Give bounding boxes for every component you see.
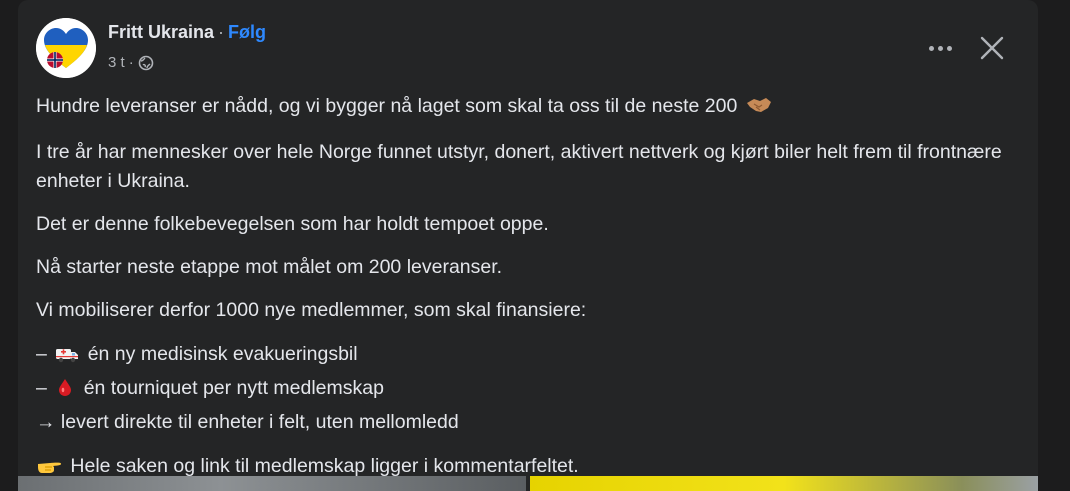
post-photo-left[interactable] xyxy=(18,476,526,491)
follow-button[interactable]: Følg xyxy=(228,22,266,42)
blood-drop-icon xyxy=(55,376,75,407)
paragraph: Hundre leveranser er nådd, og vi bygger … xyxy=(36,92,1016,124)
globe-icon[interactable] xyxy=(138,55,154,71)
dot-icon xyxy=(946,45,952,51)
post-meta: 3 t · xyxy=(108,54,154,71)
paragraph: I tre år har mennesker over hele Norge f… xyxy=(36,141,1002,192)
post-card: Fritt Ukraina · Følg 3 t · Hundre leverans… xyxy=(18,0,1038,491)
ukraine-heart-logo-icon xyxy=(36,18,96,78)
list-item: – én tourniquet per nytt medlemskap xyxy=(36,373,1016,407)
paragraph: Vi mobiliserer derfor 1000 nye medlemmer… xyxy=(36,299,587,321)
list-item: – én ny medisinsk evakueringsbil xyxy=(36,339,1016,373)
more-options-button[interactable] xyxy=(922,30,958,66)
close-icon xyxy=(980,36,1004,60)
handshake-icon xyxy=(746,95,772,124)
page-background-edge xyxy=(1038,0,1070,491)
author-name[interactable]: Fritt Ukraina xyxy=(108,22,214,42)
post-body: Hundre leveranser er nådd, og vi bygger … xyxy=(36,92,1016,491)
list-item: → levert direkte til enheter i felt, ute… xyxy=(36,411,459,433)
paragraph: Det er denne folkebevegelsen som har hol… xyxy=(36,213,549,235)
funding-list: – én ny medisinsk evakueringsbil – én to… xyxy=(36,339,1016,438)
dot-icon xyxy=(928,45,934,51)
dot-icon xyxy=(937,45,943,51)
meta-separator: · xyxy=(128,54,134,71)
page-avatar[interactable] xyxy=(36,18,96,78)
post-photo-right[interactable] xyxy=(530,476,1038,491)
post-timestamp[interactable]: 3 t xyxy=(108,54,125,71)
post-header: Fritt Ukraina · Følg xyxy=(108,22,266,43)
header-separator: · xyxy=(218,22,225,42)
paragraph: Nå starter neste etappe mot målet om 200… xyxy=(36,256,503,278)
ambulance-icon xyxy=(55,342,79,373)
close-button[interactable] xyxy=(974,30,1010,66)
